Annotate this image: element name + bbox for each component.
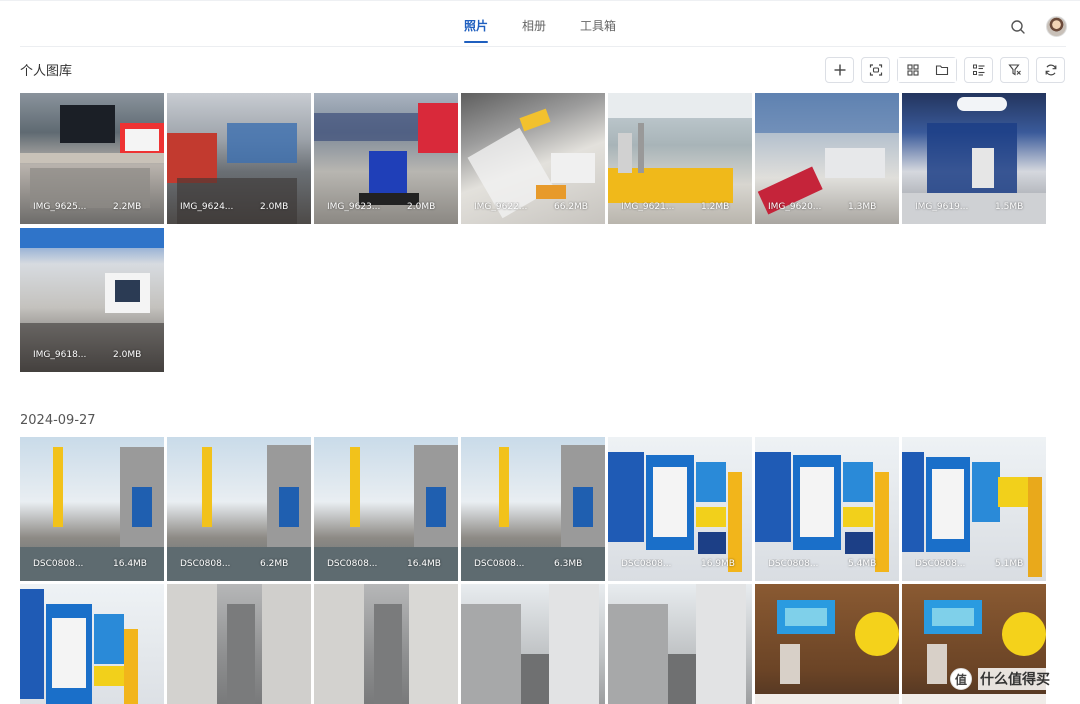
photo-image [461,584,599,704]
top-nav: 照片 相册 工具箱 [0,0,1080,47]
photo-image [755,600,899,704]
photo-name: DSC0808... [33,559,84,569]
grid-view-icon [906,64,919,76]
grid-view-button[interactable] [898,58,927,82]
face-scan-icon [869,64,882,76]
photo-image [167,584,311,704]
photo-name: DSC0808... [621,559,672,569]
photo-thumbnail[interactable] [20,584,164,704]
filter-button[interactable] [1000,57,1029,83]
photo-image [20,589,138,704]
photo-grid-group2: DSC0808... 16.4MB DSC0808... 6.2MB DSC0808… [20,437,1046,581]
photo-thumbnail[interactable] [461,584,605,704]
photo-thumbnail[interactable]: DSC0808... 16.4MB [314,437,458,581]
photo-size: 5.1MB [995,559,1024,569]
photo-size: 66.2MB [554,202,588,212]
photo-thumbnail[interactable]: IMG_9619... 1.5MB [902,93,1046,224]
photo-thumbnail[interactable]: DSC0808... 16.9MB [608,437,752,581]
date-group-label: 2024-09-27 [20,413,96,428]
photo-thumbnail[interactable]: DSC0808... 6.3MB [461,437,605,581]
photo-thumbnail[interactable]: DSC0808... 16.4MB [20,437,164,581]
tab-toolbox[interactable]: 工具箱 [580,11,616,43]
folder-view-button[interactable] [927,58,956,82]
folder-view-icon [935,65,948,76]
photo-size: 1.5MB [995,202,1024,212]
photo-thumbnail[interactable]: DSC0808... 5.1MB [902,437,1046,581]
photo-thumbnail[interactable]: IMG_9620... 1.3MB [755,93,899,224]
photo-name: DSC0808... [180,559,231,569]
photo-thumbnail[interactable] [314,584,458,704]
photo-name: DSC0808... [474,559,525,569]
photo-size: 16.4MB [113,559,147,569]
photo-size: 5.4MB [848,559,877,569]
photo-name: DSC0808... [768,559,819,569]
photo-size: 16.4MB [407,559,441,569]
list-sort-button[interactable] [964,57,993,83]
photo-grid-group2-row2 [20,584,1046,704]
watermark-text: 什么值得买 [978,668,1052,690]
photo-size: 2.2MB [113,202,142,212]
photo-size: 2.0MB [260,202,289,212]
photo-thumbnail[interactable] [167,584,311,704]
nav-divider [20,46,1066,47]
photo-size: 2.0MB [113,350,142,360]
search-icon[interactable] [1009,18,1027,36]
tab-albums[interactable]: 相册 [522,11,546,43]
photo-thumbnail[interactable]: IMG_9622... 66.2MB [461,93,605,224]
photo-thumbnail[interactable] [755,584,899,704]
photo-size: 6.2MB [260,559,289,569]
add-button[interactable] [825,57,854,83]
photo-name: IMG_9622... [474,202,528,212]
photo-thumbnail[interactable]: IMG_9618... 2.0MB [20,228,164,372]
photo-grid-group1: IMG_9625... 2.2MB IMG_9624... 2.0MB IMG_96… [20,93,1046,224]
photo-name: IMG_9621... [621,202,675,212]
tab-photos[interactable]: 照片 [463,11,488,43]
watermark-logo: 值 [950,668,972,690]
refresh-icon [1045,64,1056,76]
avatar[interactable] [1046,16,1067,37]
watermark: 值 什么值得买 [950,668,1052,690]
photo-thumbnail[interactable]: IMG_9625... 2.2MB [20,93,164,224]
refresh-button[interactable] [1036,57,1065,83]
photo-name: IMG_9623... [327,202,381,212]
photo-thumbnail[interactable]: IMG_9624... 2.0MB [167,93,311,224]
nav-tabs: 照片 相册 工具箱 [0,11,1080,43]
photo-name: DSC0808... [327,559,378,569]
photo-name: IMG_9624... [180,202,234,212]
toolbar [825,57,1065,83]
page-title: 个人图库 [20,64,73,79]
photo-thumbnail[interactable]: DSC0808... 5.4MB [755,437,899,581]
photo-grid-group1-overflow: IMG_9618... 2.0MB [20,228,1046,372]
photo-image [608,584,746,704]
photo-name: IMG_9619... [915,202,969,212]
photo-size: 16.9MB [701,559,735,569]
photo-image [314,584,458,704]
photo-name: IMG_9618... [33,350,87,360]
plus-icon [834,64,845,76]
photo-name: DSC0808... [915,559,966,569]
photo-size: 1.3MB [848,202,877,212]
photo-name: IMG_9620... [768,202,822,212]
face-scan-button[interactable] [861,57,890,83]
list-sort-icon [972,64,984,76]
view-mode-group [897,57,957,83]
photo-name: IMG_9625... [33,202,87,212]
photo-thumbnail[interactable]: IMG_9623... 2.0MB [314,93,458,224]
photo-thumbnail[interactable] [608,584,752,704]
filter-icon [1007,64,1021,76]
photo-size: 1.2MB [701,202,730,212]
photo-thumbnail[interactable]: IMG_9621... 1.2MB [608,93,752,224]
photo-size: 2.0MB [407,202,436,212]
photo-thumbnail[interactable]: DSC0808... 6.2MB [167,437,311,581]
photo-size: 6.3MB [554,559,583,569]
